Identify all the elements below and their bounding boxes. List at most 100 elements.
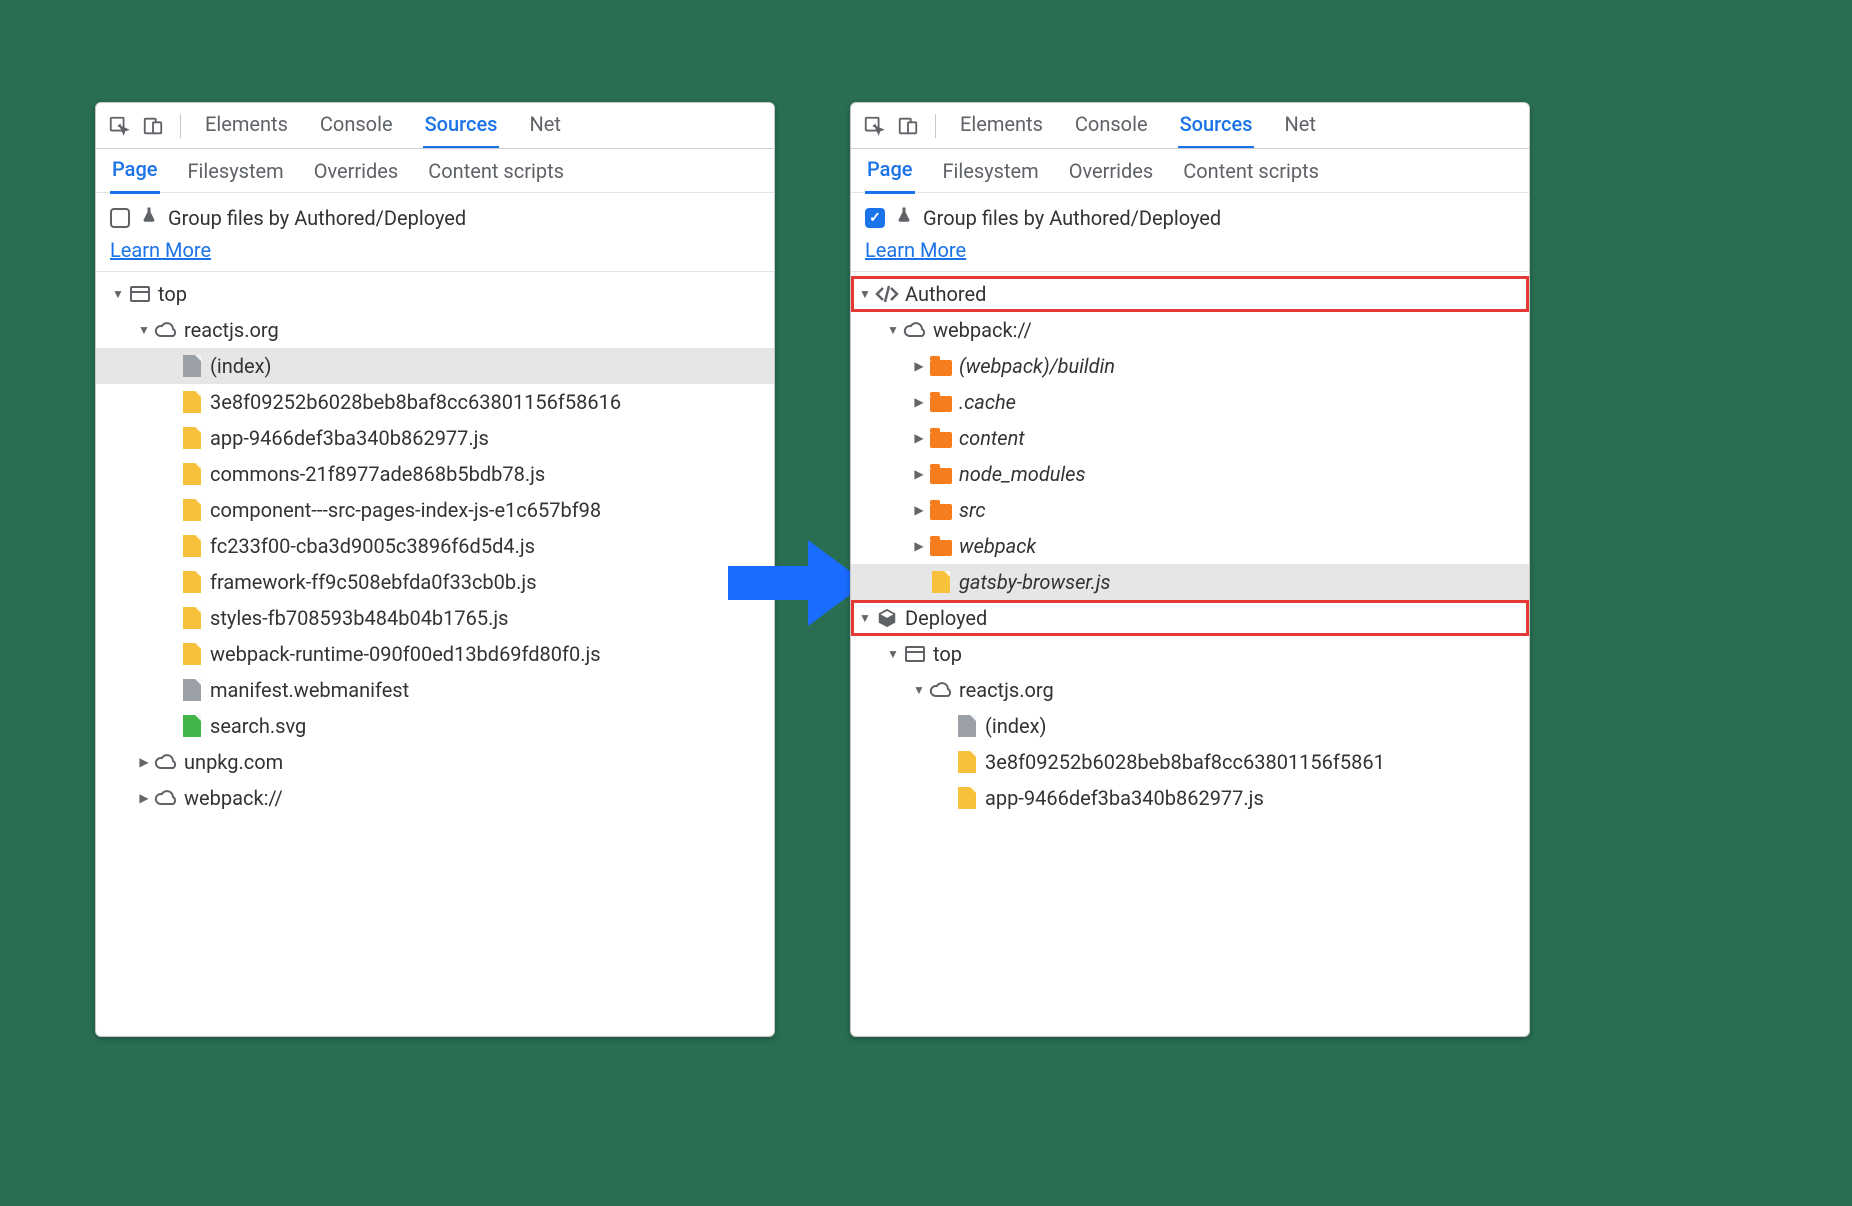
- authored-group[interactable]: Authored: [851, 276, 1529, 312]
- inspect-icon[interactable]: [108, 115, 130, 137]
- subtab-overrides[interactable]: Overrides: [312, 149, 401, 193]
- file-tree-left: top reactjs.org (index) 3e8f09252b6028be…: [96, 272, 774, 1036]
- file-icon: [932, 571, 950, 593]
- file-icon: [958, 787, 976, 809]
- devtools-topbar: Elements Console Sources Net: [96, 103, 774, 149]
- inspect-icon[interactable]: [863, 115, 885, 137]
- devtools-panel-after: Elements Console Sources Net Page Filesy…: [850, 102, 1530, 1037]
- deployed-group[interactable]: Deployed: [851, 600, 1529, 636]
- tree-top[interactable]: top: [851, 636, 1529, 672]
- file-index[interactable]: (index): [851, 708, 1529, 744]
- group-by-section: Group files by Authored/Deployed Learn M…: [96, 193, 774, 272]
- learn-more-link[interactable]: Learn More: [110, 235, 211, 265]
- subtab-filesystem[interactable]: Filesystem: [941, 149, 1041, 193]
- subtab-filesystem[interactable]: Filesystem: [186, 149, 286, 193]
- file-icon: [958, 751, 976, 773]
- tree-domain-reactjs[interactable]: reactjs.org: [851, 672, 1529, 708]
- file-icon: [183, 463, 201, 485]
- sources-subtabs: Page Filesystem Overrides Content script…: [96, 149, 774, 193]
- tab-network-clipped[interactable]: Net: [527, 103, 562, 149]
- folder-item[interactable]: (webpack)/buildin: [851, 348, 1529, 384]
- file-item[interactable]: webpack-runtime-090f00ed13bd69fd80f0.js: [96, 636, 774, 672]
- tree-domain-reactjs[interactable]: reactjs.org: [96, 312, 774, 348]
- tab-network-clipped[interactable]: Net: [1282, 103, 1317, 149]
- folder-item[interactable]: src: [851, 492, 1529, 528]
- cube-icon: [875, 606, 899, 630]
- sources-subtabs: Page Filesystem Overrides Content script…: [851, 149, 1529, 193]
- folder-item[interactable]: content: [851, 420, 1529, 456]
- file-item[interactable]: app-9466def3ba340b862977.js: [96, 420, 774, 456]
- tree-domain-unpkg[interactable]: unpkg.com: [96, 744, 774, 780]
- tab-console[interactable]: Console: [318, 103, 395, 149]
- subtab-overrides[interactable]: Overrides: [1067, 149, 1156, 193]
- folder-icon: [930, 504, 952, 520]
- device-toggle-icon[interactable]: [142, 115, 164, 137]
- folder-item[interactable]: webpack: [851, 528, 1529, 564]
- subtab-page[interactable]: Page: [865, 147, 915, 194]
- folder-icon: [930, 360, 952, 376]
- group-by-label: Group files by Authored/Deployed: [168, 203, 466, 233]
- file-item[interactable]: component---src-pages-index-js-e1c657bf9…: [96, 492, 774, 528]
- tab-elements[interactable]: Elements: [203, 103, 290, 149]
- devtools-topbar: Elements Console Sources Net: [851, 103, 1529, 149]
- folder-icon: [930, 432, 952, 448]
- subtab-content-scripts[interactable]: Content scripts: [426, 149, 566, 193]
- flask-icon: [140, 203, 158, 233]
- devtools-panel-before: Elements Console Sources Net Page Filesy…: [95, 102, 775, 1037]
- cloud-icon: [929, 678, 953, 702]
- cloud-icon: [154, 786, 178, 810]
- file-icon: [183, 391, 201, 413]
- transition-arrow-icon: [728, 538, 868, 628]
- tree-webpack[interactable]: webpack://: [851, 312, 1529, 348]
- group-by-checkbox[interactable]: [110, 208, 130, 228]
- cloud-icon: [903, 318, 927, 342]
- file-item[interactable]: 3e8f09252b6028beb8baf8cc63801156f58616: [96, 384, 774, 420]
- group-by-checkbox[interactable]: [865, 208, 885, 228]
- tree-top[interactable]: top: [96, 276, 774, 312]
- file-icon: [183, 427, 201, 449]
- file-item[interactable]: styles-fb708593b484b04b1765.js: [96, 600, 774, 636]
- file-icon: [183, 499, 201, 521]
- cloud-icon: [154, 750, 178, 774]
- flask-icon: [895, 203, 913, 233]
- file-item[interactable]: commons-21f8977ade868b5bdb78.js: [96, 456, 774, 492]
- group-by-label: Group files by Authored/Deployed: [923, 203, 1221, 233]
- file-icon: [183, 715, 201, 737]
- file-icon: [183, 679, 201, 701]
- folder-item[interactable]: node_modules: [851, 456, 1529, 492]
- folder-icon: [930, 396, 952, 412]
- file-item[interactable]: search.svg: [96, 708, 774, 744]
- frame-icon: [905, 646, 925, 662]
- file-index[interactable]: (index): [96, 348, 774, 384]
- file-item[interactable]: app-9466def3ba340b862977.js: [851, 780, 1529, 816]
- tab-sources[interactable]: Sources: [423, 103, 500, 149]
- group-by-section: Group files by Authored/Deployed Learn M…: [851, 193, 1529, 272]
- folder-icon: [930, 540, 952, 556]
- file-item[interactable]: 3e8f09252b6028beb8baf8cc63801156f5861: [851, 744, 1529, 780]
- file-tree-right: Authored webpack:// (webpack)/buildin .c…: [851, 272, 1529, 1036]
- frame-icon: [130, 286, 150, 302]
- learn-more-link[interactable]: Learn More: [865, 235, 966, 265]
- code-icon: [875, 282, 899, 306]
- device-toggle-icon[interactable]: [897, 115, 919, 137]
- file-icon: [183, 535, 201, 557]
- file-icon: [183, 643, 201, 665]
- file-gatsby-browser[interactable]: gatsby-browser.js: [851, 564, 1529, 600]
- file-icon: [958, 715, 976, 737]
- folder-item[interactable]: .cache: [851, 384, 1529, 420]
- file-item[interactable]: manifest.webmanifest: [96, 672, 774, 708]
- file-icon: [183, 355, 201, 377]
- cloud-icon: [154, 318, 178, 342]
- tab-console[interactable]: Console: [1073, 103, 1150, 149]
- subtab-content-scripts[interactable]: Content scripts: [1181, 149, 1321, 193]
- tab-sources[interactable]: Sources: [1178, 103, 1255, 149]
- folder-icon: [930, 468, 952, 484]
- file-icon: [183, 571, 201, 593]
- file-item[interactable]: fc233f00-cba3d9005c3896f6d5d4.js: [96, 528, 774, 564]
- subtab-page[interactable]: Page: [110, 147, 160, 194]
- tree-domain-webpack[interactable]: webpack://: [96, 780, 774, 816]
- file-item[interactable]: framework-ff9c508ebfda0f33cb0b.js: [96, 564, 774, 600]
- divider: [935, 114, 936, 138]
- divider: [180, 114, 181, 138]
- tab-elements[interactable]: Elements: [958, 103, 1045, 149]
